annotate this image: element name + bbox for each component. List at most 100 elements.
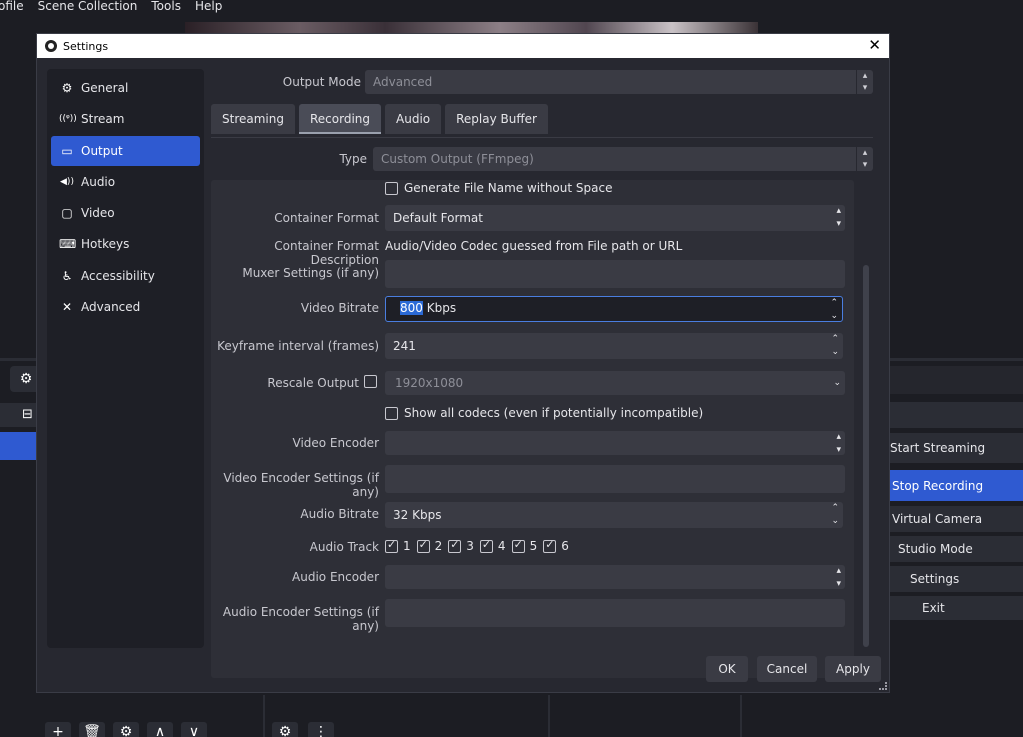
sidebar-item-label: Advanced xyxy=(81,300,141,315)
tab-recording[interactable]: Recording xyxy=(298,104,382,134)
checkbox-box xyxy=(385,538,398,553)
audio-track-number: 5 xyxy=(529,539,538,553)
tab-underline xyxy=(211,137,873,138)
controls-header xyxy=(890,366,1023,394)
stop-recording-label: Stop Recording xyxy=(892,478,984,493)
studio-mode-label: Studio Mode xyxy=(898,542,973,556)
sidebar-item-hotkeys[interactable]: ⌨ Hotkeys xyxy=(51,229,200,259)
speaker-icon: ◀)) xyxy=(60,176,74,187)
chevron-updown-icon: ▴ ▾ xyxy=(856,147,873,171)
close-icon[interactable]: ✕ xyxy=(868,37,881,53)
checkbox-box xyxy=(416,538,430,553)
container-format-label: Container Format xyxy=(274,211,379,225)
resize-grip-icon[interactable] xyxy=(879,682,887,690)
sidebar-item-stream[interactable]: ((ᵠ)) Stream xyxy=(51,104,200,134)
type-select[interactable]: Custom Output (FFmpeg) ▴ ▾ xyxy=(373,147,873,171)
audio-bitrate-spinbox[interactable]: 32 Kbps ⌃ ⌄ xyxy=(385,502,843,528)
spinner-arrows-icon[interactable]: ⌃ ⌄ xyxy=(830,297,838,323)
sidebar-item-audio[interactable]: ◀)) Audio xyxy=(51,167,200,197)
tab-audio[interactable]: Audio xyxy=(385,104,442,134)
recording-settings-pane[interactable]: Generate File Name without Space Contain… xyxy=(211,180,854,678)
audio-encoder-settings-input[interactable] xyxy=(385,599,845,627)
video-encoder-settings-input[interactable] xyxy=(385,465,845,493)
add-icon[interactable]: + xyxy=(45,722,71,737)
menu-profile[interactable]: ofile xyxy=(0,0,24,14)
menu-tools[interactable]: Tools xyxy=(151,0,181,14)
virtual-camera-button[interactable]: Virtual Camera xyxy=(890,506,1023,532)
tab-replay-buffer[interactable]: Replay Buffer xyxy=(445,104,548,134)
audio-encoder-select[interactable]: ▴ ▾ xyxy=(385,565,845,589)
show-all-codecs-checkbox[interactable]: Show all codecs (even if potentially inc… xyxy=(385,406,703,420)
sidebar-item-accessibility[interactable]: ♿ Accessibility xyxy=(51,261,200,291)
audio-track-2-checkbox[interactable]: 2 xyxy=(416,538,442,553)
scene-row[interactable]: ⊟ xyxy=(0,403,36,427)
chevron-down-icon: ⌄ xyxy=(833,378,841,388)
keyframe-interval-spinbox[interactable]: 241 ⌃ ⌄ xyxy=(385,333,843,359)
spinner-arrows-icon[interactable]: ⌃ ⌄ xyxy=(831,333,839,359)
sidebar-item-output[interactable]: ▭ Output xyxy=(51,135,200,166)
virtual-camera-label: Virtual Camera xyxy=(892,512,983,526)
dock-separator xyxy=(263,695,265,737)
audio-track-label: Audio Track xyxy=(309,540,379,554)
audio-track-1-checkbox[interactable]: 1 xyxy=(385,538,411,553)
rescale-output-checkbox[interactable] xyxy=(364,375,383,388)
checkbox-box xyxy=(448,538,462,553)
audio-track-6-checkbox[interactable]: 6 xyxy=(543,538,569,553)
tab-streaming[interactable]: Streaming xyxy=(211,104,295,134)
settings-button[interactable]: Settings xyxy=(890,566,1023,592)
spinner-arrows-icon[interactable]: ⌃ ⌄ xyxy=(831,502,839,528)
vertical-scrollbar[interactable] xyxy=(863,265,869,647)
video-encoder-settings-label: Video Encoder Settings (if any) xyxy=(223,471,379,499)
dialog-title: Settings xyxy=(63,39,109,53)
start-streaming-label: Start Streaming xyxy=(890,441,986,455)
generate-filename-checkbox[interactable]: Generate File Name without Space xyxy=(385,181,612,195)
audio-encoder-label: Audio Encoder xyxy=(292,570,379,584)
more-options-icon[interactable]: ⋮ xyxy=(308,722,334,737)
sidebar-item-general[interactable]: ⚙ General xyxy=(51,73,200,103)
audio-track-number: 6 xyxy=(561,539,569,553)
gear-icon[interactable]: ⚙ xyxy=(113,722,139,737)
trash-icon[interactable]: 🗑 xyxy=(79,722,105,737)
sidebar-item-label: Stream xyxy=(81,112,125,127)
controls-subheader xyxy=(890,402,1023,428)
muxer-settings-input[interactable] xyxy=(385,260,845,288)
video-bitrate-spinbox[interactable]: 800 Kbps ⌃ ⌄ xyxy=(385,296,843,322)
output-mode-label: Output Mode xyxy=(282,75,361,89)
container-desc-value: Audio/Video Codec guessed from File path… xyxy=(385,239,683,253)
studio-mode-button[interactable]: Studio Mode xyxy=(890,536,1023,562)
rescale-resolution-select[interactable]: 1920x1080 ⌄ xyxy=(385,371,845,395)
output-mode-select[interactable]: Advanced ▴ ▾ xyxy=(365,70,873,94)
ok-button[interactable]: OK xyxy=(706,656,748,682)
chevron-updown-icon: ▴ ▾ xyxy=(836,566,841,589)
audio-track-5-checkbox[interactable]: 5 xyxy=(511,538,538,553)
rescale-resolution-value: 1920x1080 xyxy=(395,376,464,390)
video-encoder-select[interactable]: ▴ ▾ xyxy=(385,431,845,455)
start-streaming-button[interactable]: Start Streaming xyxy=(890,433,1023,463)
tools-icon: ✕ xyxy=(61,300,73,315)
audio-track-number: 4 xyxy=(497,539,506,553)
mixer-settings-icon[interactable]: ⚙ xyxy=(272,722,298,737)
sidebar-item-advanced[interactable]: ✕ Advanced xyxy=(51,292,200,322)
move-down-icon[interactable]: ∨ xyxy=(181,722,207,737)
chevron-updown-icon: ▴ ▾ xyxy=(836,432,841,455)
accessibility-icon: ♿ xyxy=(61,268,73,283)
apply-button[interactable]: Apply xyxy=(825,656,881,682)
type-label: Type xyxy=(339,152,367,166)
container-format-select[interactable]: Default Format ▴ ▾ xyxy=(385,205,845,231)
keyboard-icon: ⌨ xyxy=(59,237,77,252)
audio-track-3-checkbox[interactable]: 3 xyxy=(448,538,474,553)
exit-button[interactable]: Exit xyxy=(890,596,1023,620)
move-up-icon[interactable]: ∧ xyxy=(147,722,173,737)
settings-content: Output Mode Advanced ▴ ▾ Streaming Record… xyxy=(211,69,881,678)
sidebar-item-video[interactable]: ▢ Video xyxy=(51,198,200,228)
scene-toolbar: + 🗑 ⚙ ∧ ∨ xyxy=(45,722,207,737)
menu-help[interactable]: Help xyxy=(195,0,222,14)
audio-bitrate-label: Audio Bitrate xyxy=(300,507,379,521)
antenna-icon: ((ᵠ)) xyxy=(59,114,77,125)
audio-track-4-checkbox[interactable]: 4 xyxy=(479,538,506,553)
chevron-updown-icon: ▴ ▾ xyxy=(856,70,873,94)
menu-scene-collection[interactable]: Scene Collection xyxy=(38,0,138,14)
cancel-button[interactable]: Cancel xyxy=(757,656,817,682)
selected-scene-row[interactable] xyxy=(0,432,36,460)
stop-recording-button[interactable]: Stop Recording xyxy=(890,470,1023,501)
